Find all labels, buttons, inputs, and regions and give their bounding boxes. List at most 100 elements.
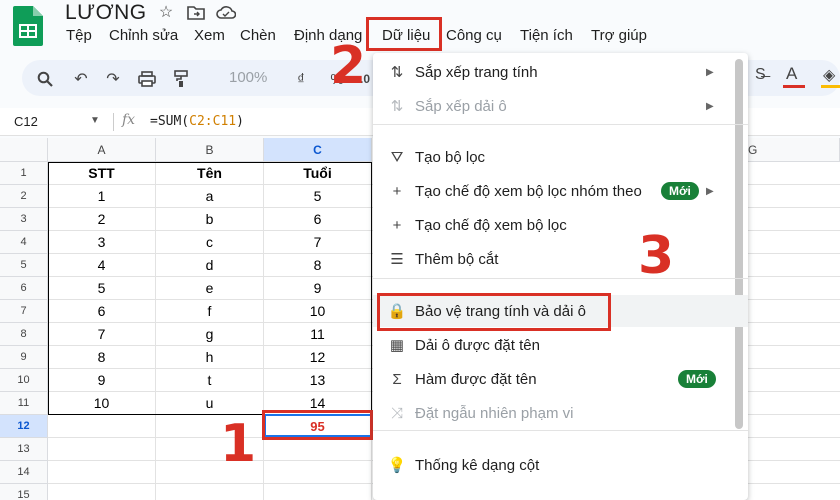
menu-item[interactable]: ⇅ Sắp xếp trang tính ▶ [373, 56, 748, 88]
column-header-b[interactable]: B [156, 138, 264, 162]
menu-item-label: Tạo bộ lọc [415, 148, 486, 166]
new-badge: Mới [678, 370, 716, 388]
row-header[interactable]: 15 [0, 484, 48, 500]
step-2-label: 2 [330, 36, 367, 96]
sigma-icon: Σ [392, 370, 402, 388]
row-header[interactable]: 14 [0, 461, 48, 484]
currency-format[interactable]: ₫ [290, 68, 312, 90]
row-header[interactable]: 6 [0, 277, 48, 300]
step-3-label: 3 [638, 226, 675, 286]
menu-item-label: Dải ô được đặt tên [415, 336, 540, 354]
menu-item-label: Sắp xếp dải ô [415, 97, 507, 115]
table-cell[interactable] [264, 438, 372, 461]
menu-item[interactable]: + Tạo chế độ xem bộ lọc [373, 209, 748, 241]
row-header[interactable]: 12 [0, 415, 48, 438]
text-color-icon[interactable]: A [786, 64, 797, 84]
redo-icon[interactable]: ↷ [102, 68, 124, 90]
fill-color-icon[interactable]: ◈ [823, 65, 835, 85]
menu-help[interactable]: Trợ giúp [591, 25, 647, 46]
menu-item[interactable]: ☰ Thêm bộ cắt [373, 243, 748, 275]
star-icon[interactable]: ☆ [156, 2, 176, 22]
row-header[interactable]: 4 [0, 231, 48, 254]
submenu-arrow-icon: ▶ [706, 100, 714, 112]
menu-separator [373, 278, 748, 279]
row-header[interactable]: 10 [0, 369, 48, 392]
print-icon[interactable] [136, 68, 158, 90]
table-cell[interactable] [48, 438, 156, 461]
divider [113, 113, 114, 131]
menu-separator [373, 430, 748, 431]
row-header[interactable]: 13 [0, 438, 48, 461]
table-cell[interactable] [48, 484, 156, 500]
menu-insert[interactable]: Chèn [240, 25, 276, 46]
table-icon: ▦ [389, 337, 405, 354]
menu-item-label: Tạo chế độ xem bộ lọc [415, 216, 567, 234]
menu-item[interactable]: ⛛ Tạo bộ lọc [373, 141, 748, 173]
formula-prefix: =SUM( [150, 114, 190, 129]
chevron-down-icon[interactable]: ▼ [90, 115, 100, 126]
column-header-g[interactable]: G [748, 138, 840, 162]
zoom-select[interactable]: 100% [229, 69, 267, 86]
title-icons: ☆ [156, 2, 236, 22]
row-header[interactable]: 8 [0, 323, 48, 346]
menu-edit[interactable]: Chỉnh sửa [109, 25, 178, 46]
menu-separator [373, 124, 748, 125]
sort-icon: ⇅ [390, 64, 404, 81]
menu-item[interactable]: Σ Hàm được đặt tên Mới [373, 363, 748, 395]
column-header-a[interactable]: A [48, 138, 156, 162]
menu-item-label: Hàm được đặt tên [415, 370, 537, 388]
row-header[interactable]: 11 [0, 392, 48, 415]
formula-input[interactable]: =SUM(C2:C11) [150, 114, 244, 129]
paint-format-icon[interactable] [170, 68, 192, 90]
menu-extensions[interactable]: Tiện ích [520, 25, 573, 46]
menu-item-label: Thêm bộ cắt [415, 250, 499, 268]
row-header[interactable]: 9 [0, 346, 48, 369]
result-cell-highlight [262, 410, 373, 440]
cloud-status-icon[interactable] [216, 2, 236, 22]
menu-file[interactable]: Tệp [66, 25, 92, 46]
protect-item-highlight [377, 293, 611, 331]
fill-color-swatch [821, 85, 840, 88]
data-menu-dropdown: ⇅ Sắp xếp trang tính ▶ ⇅ Sắp xếp dải ô ▶ ⛛ Tạo … [373, 53, 748, 500]
row-header[interactable]: 7 [0, 300, 48, 323]
submenu-arrow-icon: ▶ [706, 66, 714, 78]
table-cell[interactable] [264, 461, 372, 484]
menu-item-label: Tạo chế độ xem bộ lọc nhóm theo [415, 182, 642, 200]
table-cell[interactable] [264, 484, 372, 500]
table-border [48, 162, 372, 415]
menu-item-label: Thống kê dạng cột [415, 456, 540, 474]
menu-item[interactable]: ▦ Dải ô được đặt tên [373, 329, 748, 361]
row-header[interactable]: 2 [0, 185, 48, 208]
document-title[interactable]: LƯƠNG [65, 1, 147, 25]
row-header[interactable]: 1 [0, 162, 48, 185]
select-all-corner[interactable] [0, 138, 48, 162]
menu-item-label: Đặt ngẫu nhiên phạm vi [415, 404, 574, 422]
step-1-label: 1 [220, 414, 257, 474]
formula-range: C2:C11 [189, 114, 237, 129]
plus-icon: + [392, 216, 402, 234]
strikethrough-icon[interactable]: S̶ [755, 66, 766, 84]
shuffle-icon: ⤨ [390, 404, 403, 422]
move-folder-icon[interactable] [186, 2, 206, 22]
column-header-c[interactable]: C [264, 138, 372, 162]
menu-view[interactable]: Xem [194, 25, 225, 46]
menu-item[interactable]: 💡 Thống kê dạng cột [373, 449, 748, 481]
filter-icon: ⛛ [390, 148, 404, 166]
plus-icon: + [392, 182, 402, 200]
sheets-logo-icon[interactable] [13, 6, 43, 46]
menu-item-label: Sắp xếp trang tính [415, 63, 538, 81]
row-header[interactable]: 3 [0, 208, 48, 231]
menu-item[interactable]: + Tạo chế độ xem bộ lọc nhóm theo Mới ▶ [373, 175, 748, 207]
table-cell[interactable] [48, 415, 156, 438]
menu-tools[interactable]: Công cụ [446, 25, 502, 46]
bulb-icon: 💡 [387, 457, 407, 474]
text-color-swatch [783, 85, 805, 88]
table-cell[interactable] [48, 461, 156, 484]
menu-item: ⇅ Sắp xếp dải ô ▶ [373, 90, 748, 122]
undo-icon[interactable]: ↶ [70, 68, 92, 90]
search-menus-icon[interactable] [34, 68, 56, 90]
table-cell[interactable] [156, 484, 264, 500]
row-header[interactable]: 5 [0, 254, 48, 277]
name-box[interactable]: C12 [14, 114, 38, 129]
submenu-arrow-icon: ▶ [706, 185, 714, 197]
